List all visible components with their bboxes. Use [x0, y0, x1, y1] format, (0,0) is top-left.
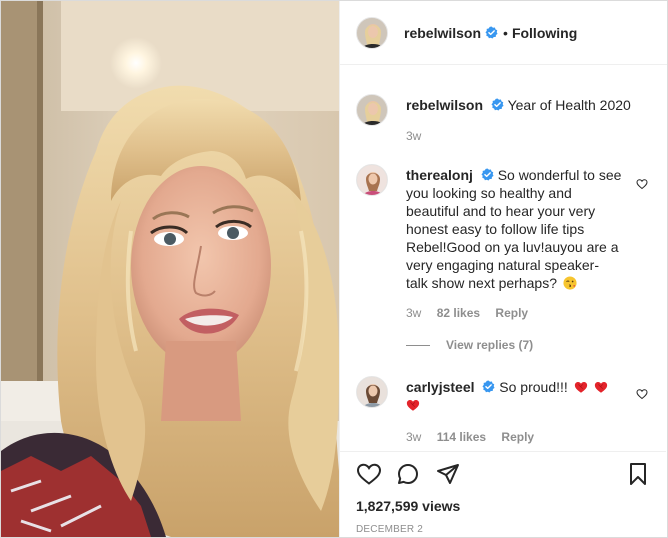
red-heart-emoji-icon: [574, 382, 587, 393]
comment-reply-button[interactable]: Reply: [501, 430, 534, 444]
comment-likes-count[interactable]: 114 likes: [437, 430, 486, 444]
avatar[interactable]: [356, 164, 388, 196]
avatar[interactable]: [356, 94, 388, 126]
post-author-username[interactable]: rebelwilson: [404, 25, 481, 41]
caption-meta: 3w: [406, 129, 433, 143]
comment-username[interactable]: therealonj: [406, 167, 473, 183]
verified-badge-icon: [482, 380, 495, 393]
comment-likes-count[interactable]: 82 likes: [437, 306, 480, 320]
avatar[interactable]: [356, 16, 388, 49]
comment-timestamp[interactable]: 3w: [406, 306, 421, 320]
post-sidebar: rebelwilson • Following rebelwilson Year…: [339, 1, 667, 537]
verified-badge-icon: [481, 168, 494, 181]
post-header: rebelwilson • Following: [340, 1, 667, 65]
post-video[interactable]: [1, 1, 339, 537]
save-icon[interactable]: [626, 462, 650, 486]
comment-like-heart-icon[interactable]: [636, 178, 648, 190]
view-count[interactable]: 1,827,599 views: [356, 498, 460, 514]
view-replies-label: View replies (7): [446, 338, 534, 352]
avatar-image: [357, 377, 387, 407]
view-replies-button[interactable]: View replies (7): [406, 338, 533, 352]
avatar-image: [357, 165, 387, 195]
verified-badge-icon: [485, 26, 498, 39]
comment-text-block: carlyjsteel So proud!!!: [406, 378, 622, 414]
caption-text: Year of Health 2020: [507, 97, 631, 113]
comment-meta: 3w 114 likes Reply: [406, 430, 546, 444]
comment-text-block: therealonj So wonderful to see you looki…: [406, 166, 622, 292]
share-icon[interactable]: [436, 462, 460, 486]
following-button[interactable]: Following: [512, 25, 577, 41]
header-separator: •: [503, 24, 508, 41]
comment-text: So proud!!!: [499, 379, 568, 395]
comment-reply-button[interactable]: Reply: [495, 306, 528, 320]
caption-text-block: rebelwilson Year of Health 2020: [406, 96, 646, 114]
post-modal: rebelwilson • Following rebelwilson Year…: [0, 0, 668, 538]
caption-username[interactable]: rebelwilson: [406, 97, 483, 113]
red-heart-emoji-icon: [594, 382, 607, 393]
winking-kiss-emoji-icon: [563, 276, 577, 290]
comment-text: So wonderful to see you looking so healt…: [406, 167, 622, 291]
post-date[interactable]: DECEMBER 2: [356, 524, 423, 535]
video-frame-image: [1, 1, 339, 537]
red-heart-emoji-icon: [406, 400, 420, 411]
avatar-image: [357, 95, 387, 125]
view-replies-line: [406, 344, 430, 346]
comment-timestamp[interactable]: 3w: [406, 430, 421, 444]
action-icons-row: [356, 452, 650, 496]
caption-timestamp[interactable]: 3w: [406, 129, 421, 143]
comment-username[interactable]: carlyjsteel: [406, 379, 475, 395]
comment-meta: 3w 82 likes Reply: [406, 306, 540, 320]
post-actions: 1,827,599 views DECEMBER 2: [340, 451, 666, 537]
avatar-image: [357, 17, 387, 48]
comment-like-heart-icon[interactable]: [636, 388, 648, 400]
avatar[interactable]: [356, 376, 388, 408]
comment-icon[interactable]: [396, 462, 420, 486]
verified-badge-icon: [491, 98, 504, 111]
like-icon[interactable]: [356, 462, 382, 486]
comments-list[interactable]: rebelwilson Year of Health 2020 3w there…: [340, 66, 666, 451]
